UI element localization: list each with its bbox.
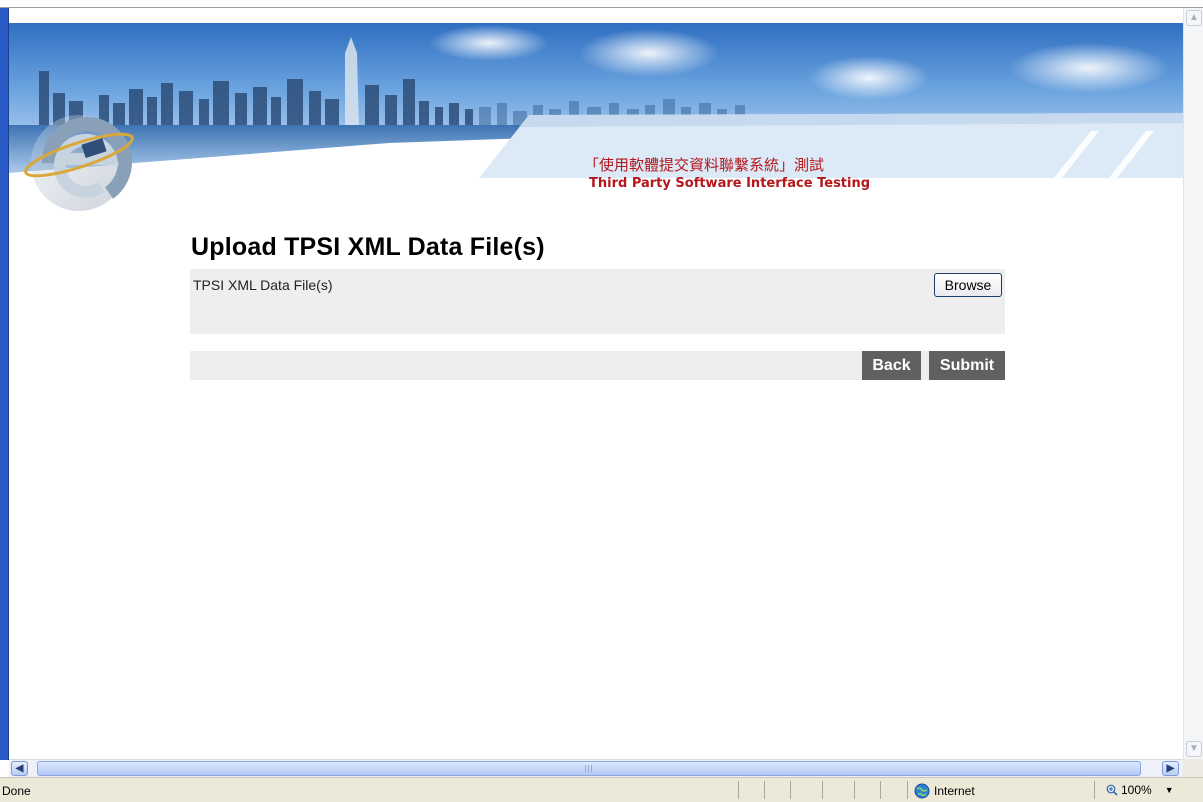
scrollbar-corner	[1183, 759, 1203, 777]
globe-icon	[914, 783, 930, 799]
scroll-right-arrow-icon[interactable]: ▶	[1162, 761, 1179, 776]
security-zone[interactable]: Internet	[914, 783, 975, 799]
back-button[interactable]: Back	[862, 351, 921, 380]
status-divider	[738, 781, 739, 799]
vertical-scrollbar[interactable]: ▲ ▼	[1183, 8, 1203, 760]
magnifier-icon	[1106, 784, 1118, 796]
status-divider	[854, 781, 855, 799]
banner-title-chinese: 「使用軟體提交資料聯繫系統」測試	[584, 156, 825, 174]
action-bar: Back Submit	[190, 351, 1005, 380]
security-zone-label: Internet	[934, 784, 975, 798]
horizontal-scrollbar[interactable]: ◀ ||| ▶	[9, 759, 1183, 777]
status-bar: Done Internet 100% ▼	[0, 777, 1203, 802]
status-divider	[907, 781, 908, 799]
browse-button[interactable]: Browse	[934, 273, 1002, 297]
file-field-label: TPSI XML Data File(s)	[193, 277, 333, 293]
banner-title-english: Third Party Software Interface Testing	[589, 176, 871, 191]
status-divider	[764, 781, 765, 799]
status-divider	[880, 781, 881, 799]
submit-button[interactable]: Submit	[929, 351, 1005, 380]
status-text: Done	[2, 784, 31, 798]
page-title: Upload TPSI XML Data File(s)	[191, 233, 545, 261]
status-divider	[790, 781, 791, 799]
window-top-edge	[0, 0, 1203, 8]
zoom-control[interactable]: 100% ▼	[1106, 783, 1174, 797]
status-divider	[822, 781, 823, 799]
file-upload-panel: TPSI XML Data File(s) Browse	[190, 269, 1005, 334]
scroll-left-arrow-icon[interactable]: ◀	[11, 761, 28, 776]
zoom-level: 100%	[1121, 783, 1152, 797]
site-banner: 「使用軟體提交資料聯繫系統」測試 Third Party Software In…	[9, 23, 1183, 213]
scroll-down-arrow-icon[interactable]: ▼	[1186, 741, 1202, 757]
window-left-border	[0, 8, 9, 760]
status-divider	[1094, 781, 1095, 799]
horizontal-scroll-thumb[interactable]: |||	[37, 761, 1141, 776]
scroll-up-arrow-icon[interactable]: ▲	[1186, 10, 1202, 26]
chevron-down-icon[interactable]: ▼	[1165, 785, 1174, 795]
